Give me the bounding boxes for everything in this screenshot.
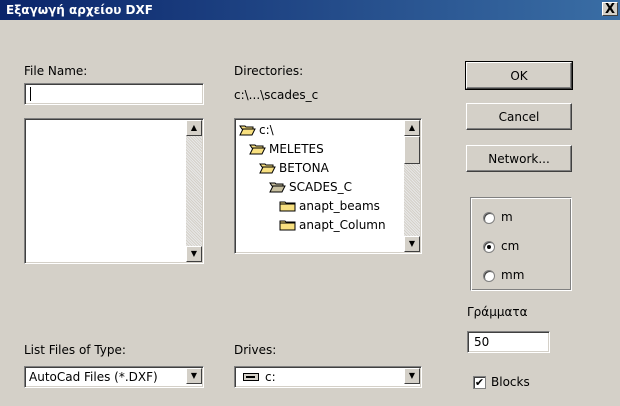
window-title: Εξαγωγή αρχείου DXF [6,3,153,17]
drives-label: Drives: [234,343,277,357]
directory-item[interactable]: anapt_Column [279,216,386,234]
current-path: c:\...\scades_c [234,88,319,102]
directory-item[interactable]: c:\ [239,121,274,139]
open-folder-icon [269,180,286,193]
close-button[interactable]: X [602,2,618,16]
directory-item-label: SCADES_C [289,180,353,194]
scroll-up-icon[interactable]: ▲ [186,120,202,136]
directory-item[interactable]: BETONA [259,159,329,177]
network-button[interactable]: Network... [466,145,572,172]
directory-item-label: MELETES [269,142,324,156]
directory-list[interactable]: c:\ MELETES BETONA SCADES_C anapt_beams … [234,118,422,254]
radio-mm[interactable] [483,270,495,282]
file-type-select[interactable]: AutoCad Files (*.DXF) ▼ [24,366,204,388]
directory-item-label: anapt_Column [299,218,386,232]
chevron-down-icon[interactable]: ▼ [186,368,202,384]
letters-value: 50 [474,335,490,349]
drives-select[interactable]: c: ▼ [234,366,422,388]
directories-label: Directories: [234,64,304,78]
radio-mm-label: mm [501,268,525,282]
scroll-thumb[interactable] [404,136,420,164]
file-list[interactable]: ▲ ▼ [24,118,204,264]
drive-icon [243,373,259,381]
letters-input[interactable]: 50 [467,331,550,353]
open-folder-icon [249,142,266,155]
letters-label: Γράμματα [467,305,528,319]
title-bar: Εξαγωγή αρχείου DXF X [0,0,620,20]
directory-item-label: BETONA [279,161,329,175]
file-list-scrollbar[interactable]: ▲ ▼ [186,120,202,262]
radio-cm-label: cm [501,239,520,253]
file-name-input[interactable] [24,83,204,105]
ok-button[interactable]: OK [465,61,573,90]
scroll-down-icon[interactable]: ▼ [404,236,420,252]
directory-item-label: c:\ [259,123,274,137]
folder-icon [279,218,296,231]
directory-item[interactable]: anapt_beams [279,197,380,215]
drive-value: c: [265,370,276,384]
scroll-down-icon[interactable]: ▼ [186,246,202,262]
open-folder-icon [239,123,256,136]
open-folder-icon [259,161,276,174]
file-name-label: File Name: [24,64,88,78]
directory-list-scrollbar[interactable]: ▲ ▼ [404,120,420,252]
directory-item-label: anapt_beams [299,199,380,213]
chevron-down-icon[interactable]: ▼ [404,368,420,384]
blocks-checkbox[interactable]: ✔ [473,376,486,389]
directory-item[interactable]: MELETES [249,140,324,158]
radio-cm[interactable] [483,241,495,253]
radio-m[interactable] [483,212,495,224]
file-type-label: List Files of Type: [24,343,126,357]
text-caret [30,87,31,101]
file-type-value: AutoCad Files (*.DXF) [29,370,158,384]
folder-icon [279,199,296,212]
radio-m-label: m [501,210,513,224]
directory-item[interactable]: SCADES_C [269,178,352,196]
blocks-label: Blocks [491,375,530,389]
radio-selected-dot [487,245,491,249]
scroll-up-icon[interactable]: ▲ [404,120,420,136]
cancel-button[interactable]: Cancel [466,103,572,130]
